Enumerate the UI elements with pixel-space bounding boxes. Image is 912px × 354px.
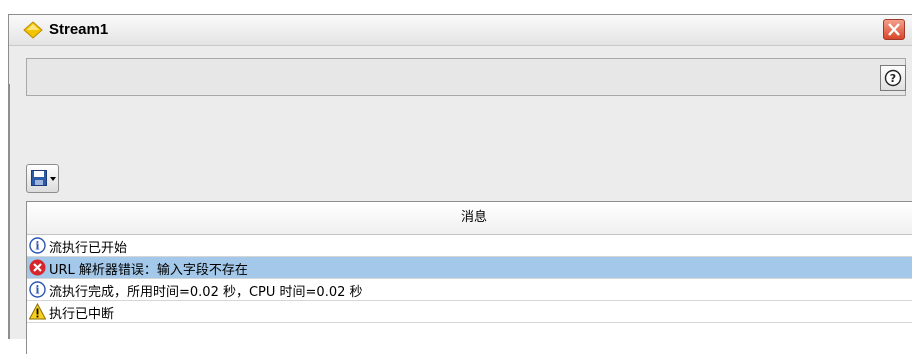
stream-info-bar xyxy=(26,58,906,96)
diamond-icon xyxy=(23,21,43,39)
chevron-down-icon xyxy=(50,177,56,181)
table-row[interactable]: i 流执行已开始 xyxy=(27,235,912,257)
save-disk-icon xyxy=(31,170,47,186)
svg-text:?: ? xyxy=(890,72,896,85)
title-bar[interactable]: Stream1 xyxy=(9,15,912,46)
table-row[interactable]: i 流执行完成，所用时间=0.02 秒，CPU 时间=0.02 秒 xyxy=(27,279,912,301)
close-button[interactable] xyxy=(883,19,905,40)
info-icon: i xyxy=(29,237,46,254)
svg-text:i: i xyxy=(35,240,39,253)
stream-window: Stream1 ? 消息 i 流执行已开始 URL 解析器错误：输入字段不存在 … xyxy=(8,14,912,354)
svg-text:i: i xyxy=(35,284,39,297)
window-title: Stream1 xyxy=(49,21,109,38)
table-row[interactable]: URL 解析器错误：输入字段不存在 xyxy=(27,257,912,279)
message-text: 流执行已开始 xyxy=(49,241,128,256)
help-icon: ? xyxy=(884,69,902,87)
message-text: URL 解析器错误：输入字段不存在 xyxy=(49,263,248,278)
message-table: 消息 i 流执行已开始 URL 解析器错误：输入字段不存在 i 流执行完成，所用… xyxy=(26,201,912,354)
message-text: 执行已中断 xyxy=(49,307,115,322)
error-icon xyxy=(29,259,46,276)
save-button[interactable] xyxy=(26,164,59,193)
close-icon xyxy=(888,23,900,36)
warning-icon xyxy=(28,302,47,320)
message-text: 流执行完成，所用时间=0.02 秒，CPU 时间=0.02 秒 xyxy=(49,285,363,300)
help-button[interactable]: ? xyxy=(880,65,906,91)
panel-divider xyxy=(8,84,10,339)
info-icon: i xyxy=(29,281,46,298)
column-header-message[interactable]: 消息 xyxy=(27,202,912,235)
table-row[interactable]: 执行已中断 xyxy=(27,301,912,323)
